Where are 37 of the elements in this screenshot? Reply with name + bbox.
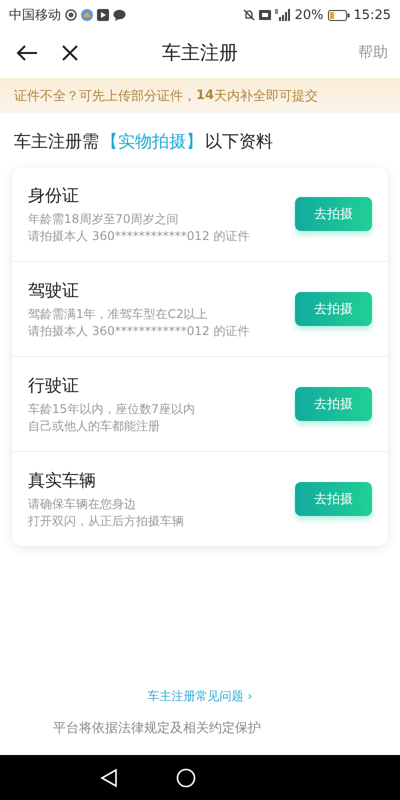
help-link[interactable]: 帮助	[358, 43, 388, 62]
chat-icon	[113, 9, 126, 21]
notice-banner: 证件不全？可先上传部分证件，14天内补全即可提交	[0, 78, 400, 113]
section-heading: 以下资料	[205, 130, 273, 152]
item-description: 年龄需18周岁至70周岁之间	[28, 210, 180, 228]
page-title: 车主注册	[161, 40, 239, 66]
item-title: 身份证	[28, 184, 80, 206]
item-description: 驾龄需满1年，准驾车型在C2以上	[28, 306, 209, 322]
item-title: 驾驶证	[28, 280, 80, 302]
home-button[interactable]	[176, 768, 196, 788]
take-photo-button[interactable]: 去拍摄	[295, 387, 372, 421]
footer-text: 平台将依据法律规定及相关约定保护	[52, 720, 262, 738]
battery-level: 20%	[294, 8, 324, 22]
take-photo-button[interactable]: 去拍摄	[295, 482, 372, 516]
item-description: 请确保车辆在您身边	[28, 496, 137, 512]
hd-icon	[258, 10, 271, 20]
item-description: 车龄15年以内，座位数7座以内	[28, 400, 196, 418]
item-description: 自己或他人的车都能注册	[28, 418, 161, 434]
app-icon	[81, 9, 93, 21]
item-description: 请拍摄本人 360************012 的证件	[28, 322, 250, 340]
highlight-text: 【实物拍摄】	[101, 130, 203, 152]
faq-link[interactable]: 车主注册常见问题 ›	[148, 689, 252, 703]
item-title: 行驶证	[28, 374, 80, 396]
clock-time: 15:25	[354, 8, 391, 22]
item-description: 请拍摄本人 360************012 的证件	[28, 228, 250, 244]
take-photo-button[interactable]: 去拍摄	[295, 292, 372, 326]
back-button[interactable]	[100, 768, 118, 788]
play-icon	[97, 9, 109, 21]
section-heading: 车主注册需	[14, 130, 99, 152]
take-photo-button[interactable]: 去拍摄	[295, 197, 372, 231]
battery-icon	[328, 10, 350, 20]
item-title: 真实车辆	[28, 470, 97, 492]
carrier-name: 中国移动	[9, 7, 61, 24]
circle-icon	[65, 9, 77, 21]
item-description: 打开双闪，从正后方拍摄车辆	[28, 512, 185, 530]
mute-icon	[242, 9, 255, 21]
signal-icon	[274, 9, 291, 21]
